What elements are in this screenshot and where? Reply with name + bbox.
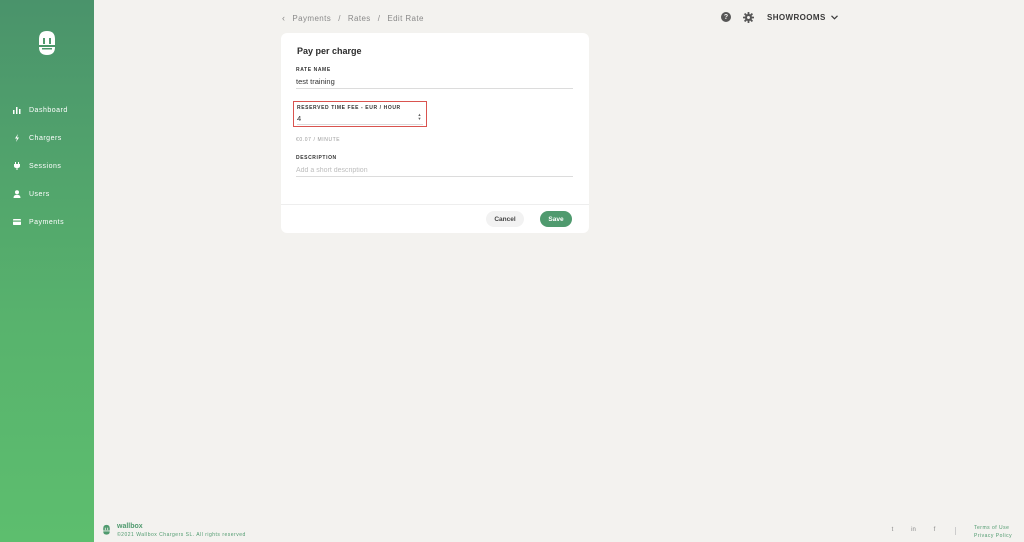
edit-rate-card: Pay per charge RATE NAME test training R…: [281, 33, 589, 233]
organization-selector[interactable]: SHOWROOMS: [767, 13, 838, 22]
sidebar-item-payments[interactable]: Payments: [0, 208, 94, 236]
brand-name: wallbox: [117, 523, 143, 530]
description-input[interactable]: [296, 164, 573, 176]
footer-divider: [955, 527, 956, 535]
reserved-time-fee-label: RESERVED TIME FEE - EUR / HOUR: [297, 105, 401, 111]
sidebar-item-label: Payments: [29, 218, 65, 226]
card-divider: [281, 204, 589, 205]
copyright-text: ©2021 Wallbox Chargers SL. All rights re…: [117, 532, 246, 538]
per-minute-rate: €0.07 / MINUTE: [296, 137, 341, 143]
number-stepper-icon[interactable]: ▲ ▼: [417, 113, 422, 121]
bolt-icon: [12, 134, 21, 143]
facebook-icon[interactable]: f: [930, 527, 939, 533]
social-links: t in f: [888, 527, 951, 533]
organization-name: SHOWROOMS: [767, 12, 826, 22]
sidebar-item-chargers[interactable]: Chargers: [0, 124, 94, 152]
sidebar-item-sessions[interactable]: Sessions: [0, 152, 94, 180]
wallbox-logo-icon[interactable]: [36, 29, 58, 61]
reserved-time-fee-input[interactable]: 4: [297, 114, 301, 123]
breadcrumb-separator: /: [377, 13, 381, 23]
gear-icon[interactable]: [743, 11, 754, 23]
sidebar-item-label: Sessions: [29, 162, 62, 170]
user-icon: [12, 190, 21, 199]
sidebar-item-label: Dashboard: [29, 106, 68, 114]
description-underline: [296, 176, 573, 177]
breadcrumb-rates[interactable]: Rates: [348, 14, 371, 23]
sidebar-item-label: Users: [29, 190, 50, 198]
plug-icon: [12, 162, 21, 171]
breadcrumb-edit-rate: Edit Rate: [387, 13, 424, 23]
reserved-time-fee-underline: [297, 124, 423, 125]
rate-name-label: RATE NAME: [296, 67, 331, 73]
breadcrumb: ‹ Payments / Rates / Edit Rate: [282, 12, 424, 24]
save-button[interactable]: Save: [540, 211, 572, 227]
linkedin-icon[interactable]: in: [909, 527, 918, 533]
twitter-icon[interactable]: t: [888, 527, 897, 533]
rate-name-underline: [296, 88, 573, 89]
breadcrumb-separator: /: [338, 13, 341, 23]
legal-links: Terms of Use Privacy Policy: [974, 524, 1012, 540]
header-controls: ? SHOWROOMS: [721, 10, 838, 24]
wallbox-footer-logo-icon: [103, 524, 110, 535]
rate-name-input[interactable]: test training: [296, 77, 335, 86]
breadcrumb-payments[interactable]: Payments: [292, 14, 331, 23]
sidebar-nav: Dashboard Chargers Sessions Users Paymen…: [0, 96, 94, 236]
privacy-policy-link[interactable]: Privacy Policy: [974, 532, 1012, 540]
sidebar: Dashboard Chargers Sessions Users Paymen…: [0, 0, 94, 542]
sidebar-item-label: Chargers: [29, 134, 62, 142]
bar-chart-icon: [12, 106, 21, 115]
cancel-button[interactable]: Cancel: [486, 211, 524, 227]
description-label: DESCRIPTION: [296, 155, 337, 161]
chevron-left-icon[interactable]: ‹: [282, 13, 285, 23]
help-icon[interactable]: ?: [721, 12, 731, 22]
reserved-time-fee-highlight: RESERVED TIME FEE - EUR / HOUR 4 ▲ ▼: [293, 101, 427, 127]
sidebar-item-dashboard[interactable]: Dashboard: [0, 96, 94, 124]
card-title: Pay per charge: [297, 46, 362, 56]
chevron-down-icon: [830, 14, 838, 20]
card-icon: [12, 218, 21, 227]
terms-of-use-link[interactable]: Terms of Use: [974, 524, 1012, 532]
sidebar-item-users[interactable]: Users: [0, 180, 94, 208]
